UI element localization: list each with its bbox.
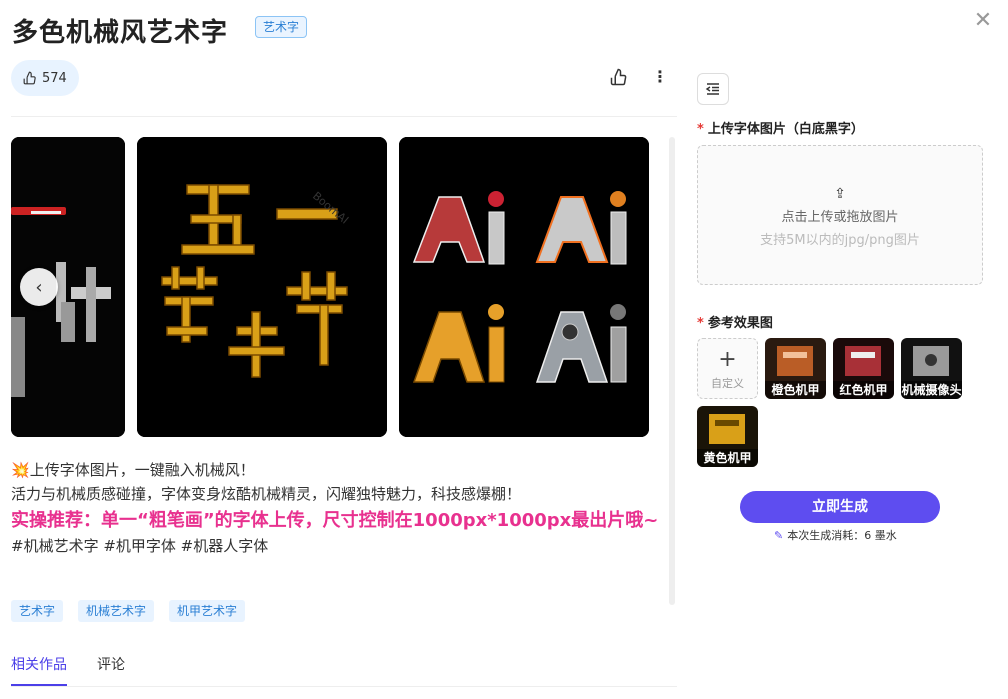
image-carousel[interactable]: BoomAI (11, 137, 661, 437)
divider (11, 116, 677, 117)
plus-icon: + (718, 347, 737, 372)
carousel-prev-button[interactable]: ‹ (20, 268, 58, 306)
description-line-2: 活力与机械质感碰撞，字体变身炫酷机械精灵，闪耀独特魅力，科技感爆棚！ (11, 485, 522, 503)
tag-item[interactable]: 机械艺术字 (78, 600, 155, 622)
effect-orange-mech[interactable]: 橙色机甲 (765, 338, 826, 399)
effect-red-mech[interactable]: 红色机甲 (833, 338, 894, 399)
hashtags: #机械艺术字 #机甲字体 #机器人字体 (11, 537, 269, 555)
custom-effect-button[interactable]: + 自定义 (697, 338, 758, 399)
upload-hint: 支持5M以内的jpg/png图片 (760, 233, 920, 248)
close-icon[interactable]: ✕ (972, 10, 994, 32)
page-title: 多色机械风艺术字 (12, 18, 229, 48)
tag-list: 艺术字 机械艺术字 机甲艺术字 (11, 600, 246, 622)
upload-label: * 上传字体图片（白底黑字） (697, 122, 864, 137)
category-badge[interactable]: 艺术字 (255, 16, 308, 38)
highlight-tip: 实操推荐：单一“粗笔画”的字体上传，尺寸控制在1000px*1000px最出片哦… (11, 510, 659, 531)
generate-button[interactable]: 立即生成 (740, 491, 940, 523)
upload-main-text: 点击上传或拖放图片 (781, 210, 899, 225)
ai-letters-image (399, 137, 649, 437)
like-button[interactable]: 574 (11, 60, 79, 96)
thumbs-up-icon[interactable] (610, 68, 628, 86)
effects-label: * 参考效果图 (697, 316, 773, 331)
carousel-image-ai[interactable] (399, 137, 649, 437)
description: 💥上传字体图片，一键融入机械风！ 活力与机械质感碰撞，字体变身炫酷机械精灵，闪耀… (11, 458, 661, 558)
effect-mech-camera[interactable]: 机械摄像头 (901, 338, 962, 399)
indent-icon (705, 83, 719, 95)
cost-info: ✎ 本次生成消耗：6 墨水 (774, 528, 897, 543)
ink-icon: ✎ (774, 528, 784, 542)
scrollbar[interactable] (669, 137, 675, 605)
collapse-panel-button[interactable] (697, 73, 729, 105)
upload-dropzone[interactable]: ⇪ 点击上传或拖放图片 支持5M以内的jpg/png图片 (697, 145, 983, 285)
effect-yellow-mech[interactable]: 黄色机甲 (697, 406, 758, 467)
tab-comments[interactable]: 评论 (97, 654, 125, 686)
wuyi-laodong-image: BoomAI (137, 137, 387, 437)
divider (11, 686, 677, 687)
description-line-1: 上传字体图片，一键融入机械风！ (29, 461, 255, 479)
sparkle-icon: 💥 (11, 461, 30, 479)
tab-related-works[interactable]: 相关作品 (11, 654, 67, 686)
tag-item[interactable]: 机甲艺术字 (169, 600, 246, 622)
upload-icon: ⇪ (834, 186, 846, 202)
like-count: 574 (42, 70, 67, 86)
thumbs-up-icon (23, 71, 36, 85)
more-vertical-icon[interactable]: ⋮ (652, 68, 668, 86)
carousel-image-wuyi[interactable]: BoomAI (137, 137, 387, 437)
bottom-tabs: 相关作品 评论 (11, 654, 125, 686)
tag-item[interactable]: 艺术字 (11, 600, 64, 622)
